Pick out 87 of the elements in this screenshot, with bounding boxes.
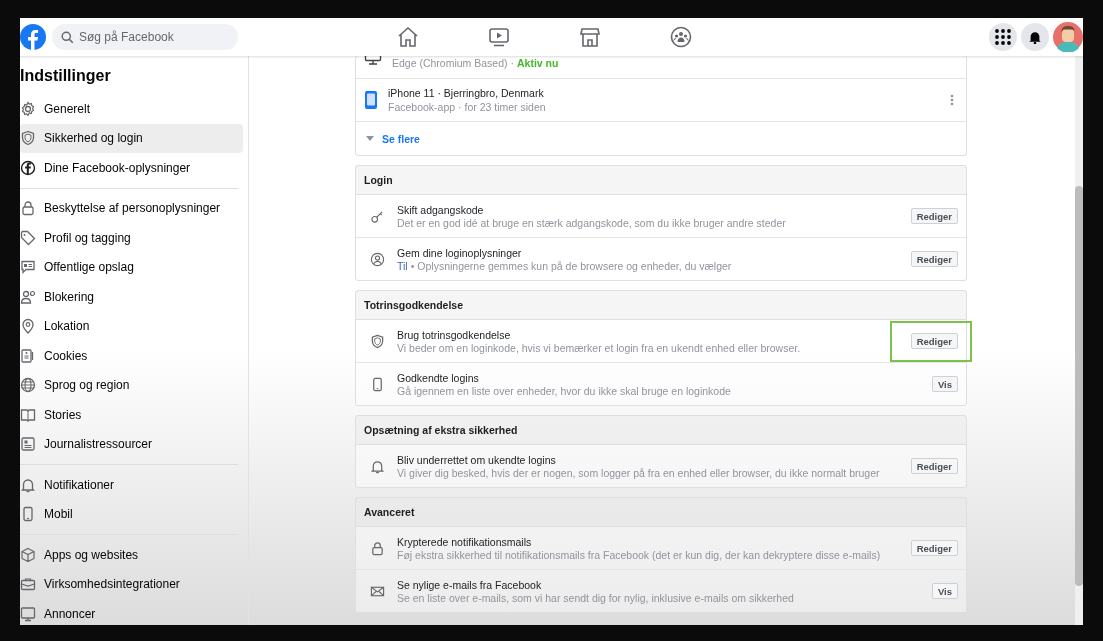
- section-header: Opsætning af ekstra sikkerhed: [356, 416, 966, 445]
- device-detail: Edge (Chromium Based) ·: [392, 56, 514, 70]
- people-icon: [20, 288, 36, 305]
- sidebar-item[interactable]: Notifikationer: [20, 470, 243, 500]
- video-icon[interactable]: [487, 26, 511, 48]
- monitor-icon: [20, 605, 36, 622]
- notifications-button[interactable]: [1021, 23, 1049, 51]
- search-field[interactable]: Søg på Facebook: [52, 24, 238, 50]
- setting-description: Det er en god idé at bruge en stærk adgangskode, som du ikke bruger andre steder: [397, 216, 787, 230]
- lock-icon: [370, 540, 385, 556]
- lock-icon: [20, 200, 36, 217]
- section-header: Login: [356, 166, 966, 195]
- home-icon[interactable]: [396, 26, 420, 48]
- sidebar-title: Indstillinger: [20, 66, 112, 86]
- gear-icon: [20, 100, 36, 117]
- sidebar-item[interactable]: Apps og websites: [20, 540, 243, 570]
- section-header: Totrinsgodkendelse: [356, 291, 966, 320]
- menu-button[interactable]: [989, 23, 1017, 51]
- sidebar-item[interactable]: Annoncer: [20, 599, 243, 625]
- bell-icon: [1028, 30, 1042, 44]
- phone-icon: [364, 90, 378, 110]
- setting-description: Se en liste over e-mails, som vi har sendt dig for nylig, inklusive e-mails om sikkerhed: [397, 591, 795, 605]
- search-icon: [61, 30, 74, 44]
- grid-icon: [995, 29, 1011, 45]
- sidebar-item[interactable]: Virksomhedsintegrationer: [20, 569, 243, 599]
- facebook-logo-icon[interactable]: [20, 24, 46, 50]
- pin-icon: [20, 318, 36, 335]
- sidebar-item[interactable]: Journalistressourcer: [20, 429, 243, 459]
- briefcase-icon: [20, 576, 36, 593]
- person-icon: [370, 251, 385, 267]
- setting-description: Vi beder om en loginkode, hvis vi bemærker et login fra en ukendt enhed eller browser.: [397, 341, 802, 355]
- bell-icon: [370, 458, 385, 474]
- scrollbar[interactable]: [1075, 56, 1083, 625]
- edit-button[interactable]: Vis: [931, 583, 958, 599]
- setting-title: Gem dine loginoplysninger: [397, 245, 523, 260]
- see-more-link[interactable]: Se flere: [356, 122, 966, 155]
- newspaper-icon: [20, 436, 36, 453]
- group-icon[interactable]: [669, 26, 693, 48]
- setting-description: • Oplysningerne gemmes kun på de browsere og enheder, du vælger: [410, 259, 732, 273]
- sidebar-item[interactable]: Beskyttelse af personoplysninger: [20, 193, 243, 223]
- shield-icon: [370, 333, 385, 349]
- globe-icon: [20, 377, 36, 394]
- sidebar-item[interactable]: Sikkerhed og login: [20, 123, 243, 153]
- edit-button[interactable]: Rediger: [910, 208, 958, 224]
- sidebar-item[interactable]: Cookies: [20, 341, 243, 371]
- sidebar-item[interactable]: Mobil: [20, 499, 243, 529]
- edit-button[interactable]: Rediger: [910, 458, 958, 474]
- caret-icon: [366, 135, 374, 142]
- setting-title: Skift adgangskode: [397, 202, 485, 217]
- setting-title: Bliv underrettet om ukendte logins: [397, 452, 557, 467]
- sidebar-item[interactable]: Sprog og region: [20, 370, 243, 400]
- device-name: iPhone 11 · Bjerringbro, Denmark: [388, 86, 545, 100]
- facebook-logo-icon: [20, 159, 36, 176]
- store-icon[interactable]: [578, 26, 602, 48]
- sidebar-item[interactable]: Dine Facebook-oplysninger: [20, 153, 243, 183]
- status-text: Aktiv nu: [516, 56, 559, 70]
- edit-button[interactable]: Rediger: [910, 333, 958, 349]
- setting-description: Vi giver dig besked, hvis der er nogen, som logger på fra en enhed eller browser, du ikke normalt bruger: [397, 466, 881, 480]
- setting-title: Se nylige e-mails fra Facebook: [397, 577, 543, 592]
- setting-title: Krypterede notifikationsmails: [397, 534, 533, 549]
- sidebar-item[interactable]: Stories: [20, 400, 243, 430]
- setting-description: Gå igennem en liste over enheder, hvor du ikke skal bruge en loginkode: [397, 384, 732, 398]
- cube-icon: [20, 546, 36, 563]
- sidebar-item[interactable]: Blokering: [20, 282, 243, 312]
- phone-icon: [20, 506, 36, 523]
- section-header: Avanceret: [356, 498, 966, 527]
- more-icon[interactable]: [950, 94, 954, 106]
- speech-bubble-icon: [20, 259, 36, 276]
- bell-icon: [20, 476, 36, 493]
- shield-icon: [20, 130, 36, 147]
- edit-button[interactable]: Rediger: [910, 251, 958, 267]
- setting-title: Godkendte logins: [397, 370, 480, 385]
- sidebar-item[interactable]: Profil og tagging: [20, 223, 243, 253]
- document-icon: [20, 347, 36, 364]
- edit-button[interactable]: Rediger: [910, 540, 958, 556]
- sidebar-item[interactable]: Offentlige opslag: [20, 252, 243, 282]
- avatar[interactable]: [1053, 22, 1083, 52]
- sidebar-item[interactable]: Lokation: [20, 311, 243, 341]
- sidebar-item[interactable]: Generelt: [20, 94, 243, 124]
- status-text: Til: [397, 259, 408, 273]
- setting-description: Føj ekstra sikkerhed til notifikationsmails fra Facebook (det er kun dig, der kan dekryptere disse e-mails): [397, 548, 882, 562]
- setting-title: Brug totrinsgodkendelse: [397, 327, 512, 342]
- book-icon: [20, 406, 36, 423]
- edit-button[interactable]: Vis: [931, 376, 958, 392]
- device-detail: Facebook-app · for 23 timer siden: [388, 100, 546, 114]
- tag-icon: [20, 229, 36, 246]
- phone-icon: [370, 376, 385, 392]
